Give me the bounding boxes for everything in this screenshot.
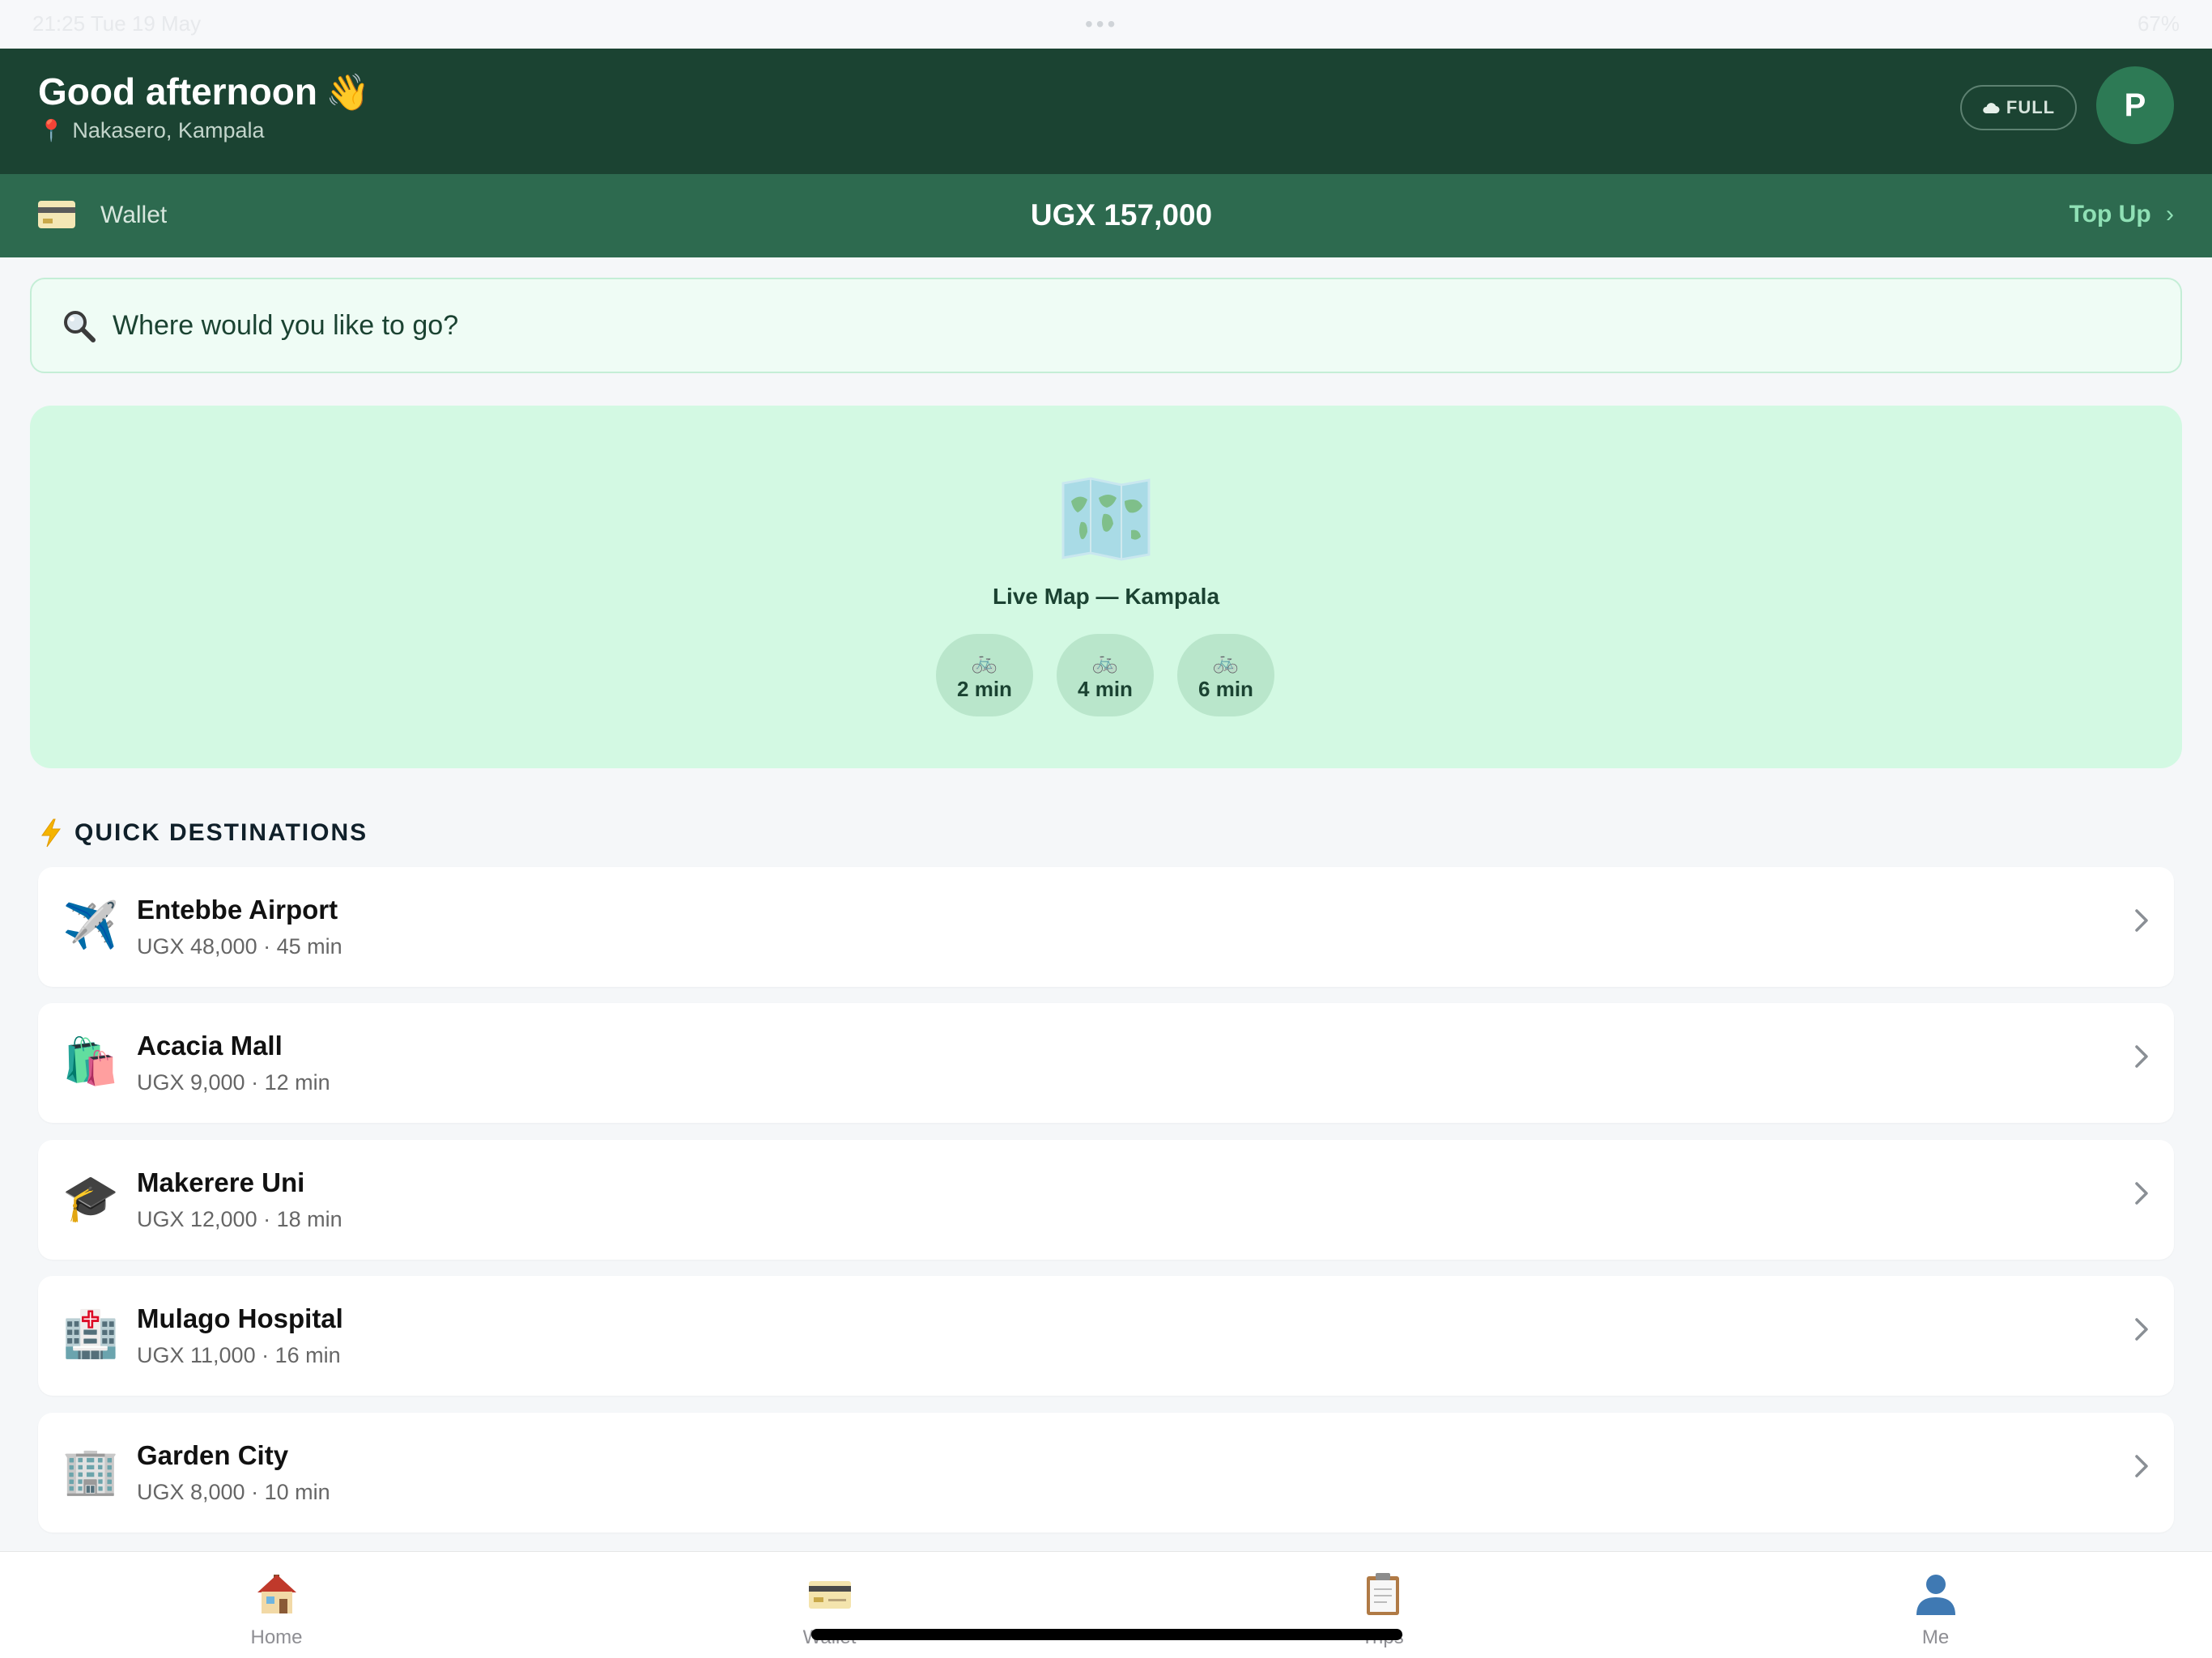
chevron-right-icon	[2135, 909, 2148, 932]
destination-item-entebbe-airport[interactable]: ✈️ Entebbe Airport UGX 48,000 · 45 min	[38, 867, 2174, 987]
chevron-right-icon	[2135, 1318, 2148, 1341]
tab-wallet[interactable]: Wallet	[553, 1552, 1106, 1658]
destination-fare-time: UGX 48,000 · 45 min	[137, 934, 342, 959]
greeting-text: Good afternoon	[38, 70, 317, 113]
destination-name: Makerere Uni	[137, 1167, 305, 1197]
destination-name: Entebbe Airport	[137, 895, 338, 925]
motorbike-icon: 🚲	[1091, 648, 1119, 674]
card-icon	[808, 1581, 851, 1609]
destination-fare-time: UGX 11,000 · 16 min	[137, 1343, 341, 1367]
tab-label: Me	[1921, 1626, 1950, 1648]
battery-text: 67%	[2137, 11, 2180, 36]
lightning-bolt-icon	[41, 818, 61, 848]
chevron-right-icon	[2135, 1182, 2148, 1205]
search-placeholder: Where would you like to go?	[113, 310, 459, 341]
destination-name: Mulago Hospital	[137, 1303, 343, 1333]
destination-search-input[interactable]: Where would you like to go?	[30, 278, 2182, 373]
top-up-label: Top Up	[2069, 201, 2151, 227]
app-root: 21:25 Tue 19 May ••• 67% Good afternoon 👋…	[0, 0, 2212, 1658]
destination-fare-time: UGX 12,000 · 18 min	[137, 1207, 342, 1231]
destination-fare-time: UGX 8,000 · 10 min	[137, 1480, 330, 1504]
wallet-bar: Wallet UGX 157,000 Top Up ›	[0, 174, 2212, 257]
chevron-right-icon: ›	[2166, 201, 2174, 227]
mode-badge-label: FULL	[2006, 97, 2056, 117]
destination-name: Garden City	[137, 1440, 289, 1470]
search-icon	[64, 311, 96, 342]
tab-me[interactable]: Me	[1659, 1552, 2212, 1658]
office-building-icon: 🏢	[62, 1445, 119, 1496]
cloud-icon	[1983, 103, 2000, 113]
app-header: Good afternoon 👋 📍 Nakasero, Kampala FULL …	[0, 49, 2212, 174]
motorbike-icon: 🚲	[971, 648, 998, 674]
section-title-text: QUICK DESTINATIONS	[74, 819, 368, 846]
location-pin-icon: 📍	[38, 118, 65, 142]
eta-label: 6 min	[1198, 676, 1253, 701]
clipboard-icon	[1366, 1573, 1399, 1615]
wallet-balance: UGX 157,000	[1030, 198, 1213, 232]
house-icon	[257, 1575, 296, 1613]
multitask-dots[interactable]: •••	[1085, 11, 1118, 37]
destination-item-garden-city[interactable]: 🏢 Garden City UGX 8,000 · 10 min	[38, 1413, 2174, 1533]
chevron-right-icon	[2135, 1045, 2148, 1068]
status-time: 21:25 Tue 19 May	[32, 11, 202, 36]
person-icon	[1916, 1575, 1955, 1615]
map-title: Live Map — Kampala	[992, 584, 1220, 609]
world-map-icon	[1061, 477, 1151, 561]
eta-label: 2 min	[957, 676, 1012, 701]
airplane-icon: ✈️	[62, 899, 119, 950]
destination-item-mulago-hospital[interactable]: 🏥 Mulago Hospital UGX 11,000 · 16 min	[38, 1276, 2174, 1396]
destination-fare-time: UGX 9,000 · 12 min	[137, 1070, 330, 1095]
bottom-tab-bar: Home Wallet Trips	[0, 1551, 2212, 1658]
eta-row: 🚲 2 min 🚲 4 min 🚲 6 min	[936, 634, 1274, 716]
tab-label: Home	[250, 1626, 303, 1648]
greeting-title: Good afternoon 👋	[38, 70, 370, 113]
top-up-button[interactable]: Top Up ›	[2069, 201, 2174, 228]
eta-chip[interactable]: 🚲 6 min	[1177, 634, 1274, 716]
wave-icon: 👋	[325, 73, 370, 113]
home-indicator[interactable]	[811, 1629, 1402, 1640]
live-map-card[interactable]: Live Map — Kampala 🚲 2 min 🚲 4 min 🚲 6 m…	[30, 406, 2182, 768]
current-location[interactable]: 📍 Nakasero, Kampala	[38, 118, 265, 143]
chevron-right-icon	[2135, 1455, 2148, 1477]
eta-label: 4 min	[1078, 676, 1133, 701]
quick-destinations-heading: QUICK DESTINATIONS	[39, 817, 368, 849]
tab-trips[interactable]: Trips	[1106, 1552, 1659, 1658]
destination-item-acacia-mall[interactable]: 🛍️ Acacia Mall UGX 9,000 · 12 min	[38, 1003, 2174, 1123]
tab-home[interactable]: Home	[0, 1552, 553, 1658]
eta-chip[interactable]: 🚲 2 min	[936, 634, 1033, 716]
mode-badge-button[interactable]: FULL	[1960, 85, 2077, 130]
location-text: Nakasero, Kampala	[72, 118, 265, 142]
profile-avatar[interactable]: P	[2096, 66, 2174, 144]
hospital-icon: 🏥	[62, 1308, 119, 1359]
motorbike-icon: 🚲	[1212, 648, 1240, 674]
shopping-bags-icon: 🛍️	[62, 1035, 119, 1086]
eta-chip[interactable]: 🚲 4 min	[1057, 634, 1154, 716]
destination-item-makerere-uni[interactable]: 🎓 Makerere Uni UGX 12,000 · 18 min	[38, 1140, 2174, 1260]
graduation-cap-icon: 🎓	[62, 1172, 119, 1223]
status-bar: 21:25 Tue 19 May ••• 67%	[0, 0, 2212, 49]
destination-name: Acacia Mall	[137, 1031, 283, 1061]
